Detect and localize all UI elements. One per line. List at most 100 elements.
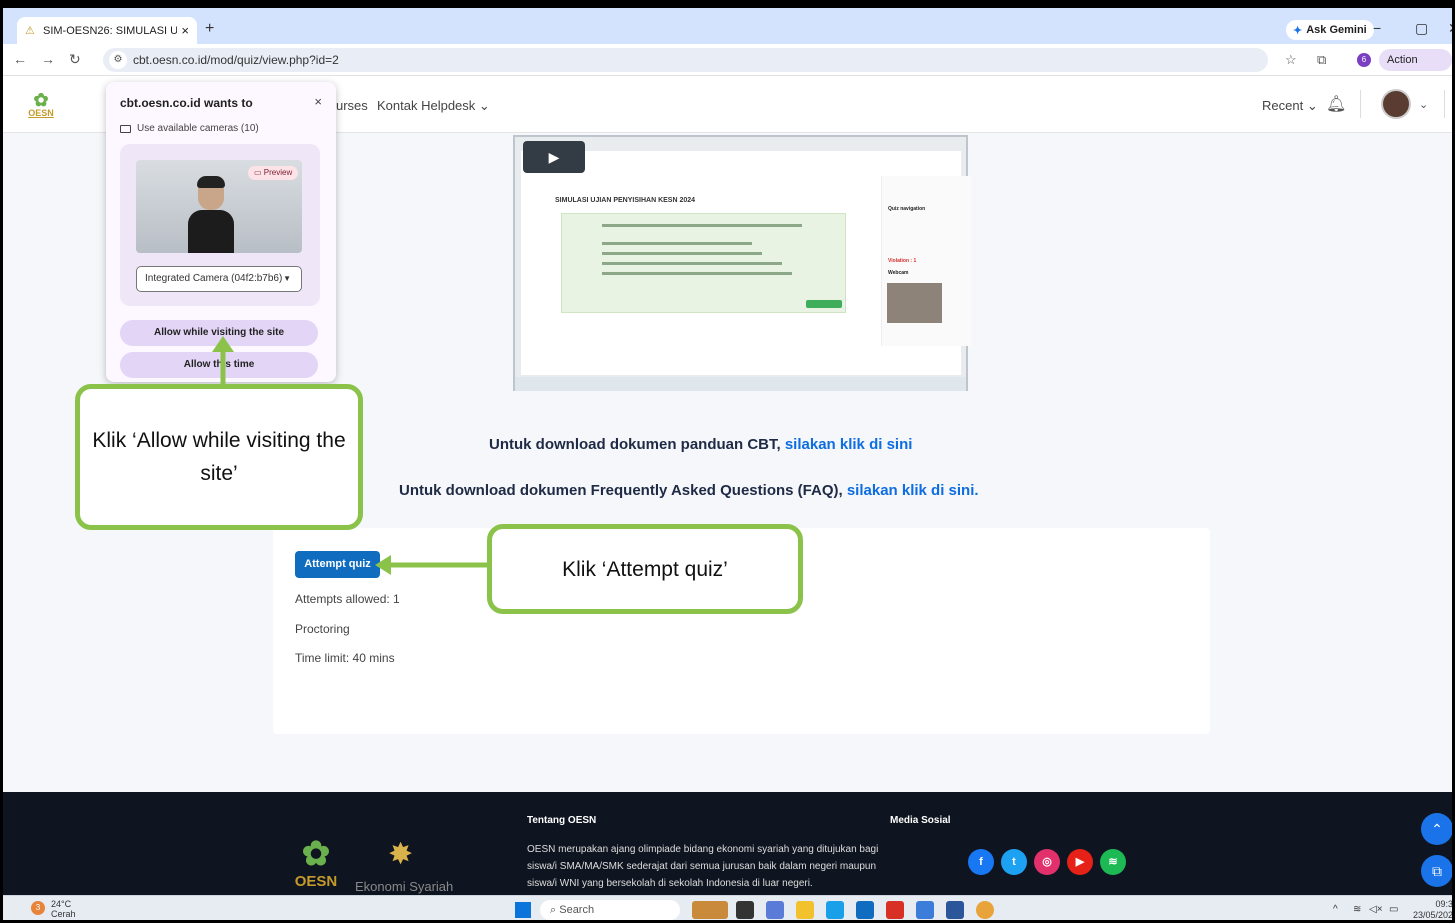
site-info-icon[interactable]: ⚙	[109, 51, 127, 69]
taskview-icon[interactable]	[736, 901, 754, 919]
copilot-icon[interactable]	[766, 901, 784, 919]
browser-tab[interactable]: ⚠ SIM-OESN26: SIMULASI UJIAN ×	[17, 17, 197, 44]
oesn-logo-text: OESN	[28, 108, 54, 118]
fullscreen-icon[interactable]: ⧉	[1421, 855, 1452, 887]
video-next-button	[806, 300, 842, 308]
tray-chevron-icon[interactable]: ^	[1333, 904, 1338, 915]
minimize-icon[interactable]: −	[1373, 20, 1381, 36]
scroll-top-button[interactable]: ⌃	[1421, 813, 1452, 845]
weather-widget[interactable]: 3 24°C Cerah	[31, 899, 76, 919]
chrome-icon[interactable]	[976, 901, 994, 919]
new-tab-button[interactable]: +	[205, 20, 214, 38]
clock-time: 09:35	[1435, 899, 1454, 909]
nav-courses[interactable]: urses	[336, 98, 368, 113]
app-l-icon[interactable]	[886, 901, 904, 919]
permission-close-icon[interactable]: ×	[314, 94, 322, 109]
speaker-icon[interactable]: ◁×	[1369, 904, 1383, 915]
faq-download-line: Untuk download dokumen Frequently Asked …	[399, 482, 979, 499]
footer-social-heading: Media Sosial	[890, 815, 951, 826]
store-icon[interactable]	[856, 901, 874, 919]
search-icon: ⌕	[550, 904, 557, 916]
camera-icon	[120, 124, 131, 133]
ekonomi-syariah-emblem-icon: ✸	[388, 838, 414, 871]
attempts-allowed: Attempts allowed: 1	[295, 592, 400, 606]
video-question-card	[561, 213, 846, 313]
forward-icon[interactable]: →	[41, 51, 55, 67]
annotation-arrow-left	[375, 555, 493, 575]
video-camera-icon: ▭	[254, 168, 262, 177]
cbt-download-text: Untuk download dokumen panduan CBT,	[489, 436, 781, 453]
faq-download-link[interactable]: silakan klik di sini.	[847, 482, 979, 499]
windows-start-icon[interactable]	[515, 902, 531, 918]
notification-bell-icon[interactable]: 🔔︎	[1326, 94, 1346, 114]
video-frame: SIMULASI UJIAN PENYISIHAN KESN 2024 Quiz…	[521, 151, 971, 375]
restore-icon[interactable]: ▢	[1415, 20, 1428, 37]
camera-select[interactable]: Integrated Camera (04f2:b7b6) ▼	[136, 266, 302, 292]
header-divider	[1360, 90, 1361, 118]
edge-icon[interactable]	[826, 901, 844, 919]
reload-icon[interactable]: ↻	[69, 51, 81, 68]
battery-icon[interactable]: ▭	[1389, 904, 1398, 915]
oesn-logo[interactable]: ✿ OESN	[21, 91, 61, 122]
recent-dropdown[interactable]: Recent ⌄	[1262, 98, 1318, 114]
recent-label: Recent	[1262, 98, 1304, 113]
camera-request: Use available cameras (10)	[120, 123, 259, 134]
camera-preview-box: ▭ Preview Integrated Camera (04f2:b7b6) …	[120, 144, 320, 306]
tutorial-video[interactable]: SIMULASI UJIAN PENYISIHAN KESN 2024 Quiz…	[513, 135, 971, 391]
play-icon[interactable]: ▶	[523, 141, 585, 173]
attempt-quiz-button[interactable]: Attempt quiz	[295, 551, 380, 578]
video-text-line	[602, 262, 782, 265]
oesn-emblem-icon: ✿	[301, 835, 331, 873]
video-text-line	[602, 252, 762, 255]
video-text-line	[602, 242, 752, 245]
video-taskbar	[515, 377, 966, 391]
taskbar-clock[interactable]: 09:35 23/05/2026	[1413, 899, 1455, 920]
webcam-person-body	[188, 210, 234, 253]
footer-about-text: OESN merupakan ajang olimpiade bidang ek…	[527, 844, 879, 889]
ask-gemini-button[interactable]: ✦ Ask Gemini	[1286, 20, 1374, 40]
clock-date: 23/05/2026	[1413, 910, 1455, 920]
user-avatar[interactable]	[1381, 89, 1411, 119]
spotify-icon[interactable]: ≋	[1100, 849, 1126, 875]
taskbar-widget-icon[interactable]	[692, 901, 728, 919]
chevron-down-icon: ⌄	[478, 98, 490, 113]
youtube-icon[interactable]: ▶	[1067, 849, 1093, 875]
nav-helpdesk[interactable]: Kontak Helpdesk ⌄	[377, 98, 490, 114]
word-icon[interactable]	[946, 901, 964, 919]
gemini-sparkle-icon: ✦	[1293, 24, 1303, 37]
taskbar-search-label: Search	[559, 904, 595, 916]
taskbar-search[interactable]: ⌕ Search	[540, 900, 680, 920]
tab-close-icon[interactable]: ×	[181, 23, 189, 38]
cbt-download-link[interactable]: silakan klik di sini	[785, 436, 913, 453]
window-close-icon[interactable]: ✕	[1448, 20, 1452, 37]
address-bar[interactable]: ⚙ cbt.oesn.co.id/mod/quiz/view.php?id=2	[103, 48, 1268, 72]
allow-callout: Klik ‘Allow while visiting the site’	[75, 384, 363, 530]
cast-icon[interactable]: ⧉	[1317, 52, 1326, 68]
footer-about-heading: Tentang OESN	[527, 815, 597, 826]
url-text: cbt.oesn.co.id/mod/quiz/view.php?id=2	[133, 53, 339, 67]
ekonomi-syariah-text: Ekonomi Syariah	[355, 879, 454, 894]
instagram-icon[interactable]: ◎	[1034, 849, 1060, 875]
proctoring-label: Proctoring	[295, 622, 350, 636]
twitter-icon[interactable]: t	[1001, 849, 1027, 875]
user-menu-chevron-icon[interactable]: ⌄	[1419, 98, 1428, 111]
facebook-icon[interactable]: f	[968, 849, 994, 875]
bookmark-star-icon[interactable]: ☆	[1285, 52, 1297, 68]
webcam-person-hair	[197, 176, 225, 188]
video-text-line	[602, 272, 792, 275]
windows-taskbar: 3 24°C Cerah ⌕ Search ^ ≋ ◁× ▭ 09:35 23/…	[3, 895, 1455, 920]
preview-badge-label: Preview	[263, 168, 293, 177]
profile-avatar-icon[interactable]: 6	[1357, 53, 1371, 67]
action-required-button[interactable]: Action required	[1379, 49, 1452, 88]
photos-icon[interactable]	[916, 901, 934, 919]
webcam-person	[188, 176, 234, 253]
back-icon[interactable]: ←	[13, 51, 27, 67]
video-webcam-image	[887, 283, 942, 323]
wifi-icon[interactable]: ≋	[1353, 904, 1361, 915]
file-explorer-icon[interactable]	[796, 901, 814, 919]
weather-badge: 3	[31, 901, 45, 915]
permission-title: cbt.oesn.co.id wants to	[120, 96, 253, 110]
footer-oesn-logo: ✿ OESN	[286, 835, 346, 891]
preview-badge: ▭ Preview	[248, 166, 299, 180]
site-favicon-icon: ⚠	[25, 24, 35, 37]
